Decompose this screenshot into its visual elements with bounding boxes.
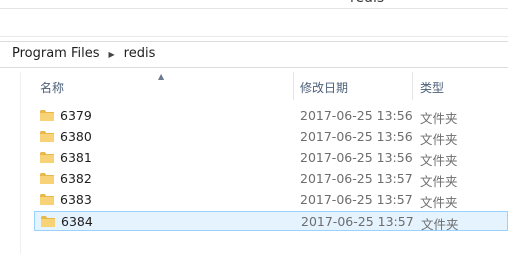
file-name: 6382 [60,171,92,186]
ribbon-area [0,9,508,37]
chevron-right-icon[interactable]: ▶ [109,50,115,59]
file-date: 2017-06-25 13:56 [300,108,413,123]
file-row-selected[interactable]: 6384 2017-06-25 13:57 文件夹 [34,211,508,232]
file-date: 2017-06-25 13:57 [300,171,413,186]
file-date: 2017-06-25 13:56 [300,129,413,144]
title-bar: redis [0,0,508,9]
file-name: 6383 [60,192,92,207]
file-row[interactable]: 6382 2017-06-25 13:57 文件夹 [34,169,508,189]
folder-icon [41,216,55,227]
sort-up-icon: ▲ [158,72,165,81]
file-type: 文件夹 [421,217,459,232]
file-name: 6380 [60,129,92,144]
folder-icon [40,152,54,163]
window-title: redis [350,0,384,6]
folder-icon [40,173,54,184]
file-name: 6379 [60,108,92,123]
file-type: 文件夹 [420,132,458,147]
folder-icon [40,110,54,121]
file-name: 6381 [60,150,92,165]
file-type: 文件夹 [420,195,458,210]
column-divider[interactable] [293,72,294,100]
column-divider[interactable] [412,72,413,100]
breadcrumb: Program Files ▶ redis [10,46,157,61]
file-row[interactable]: 6379 2017-06-25 13:56 文件夹 [34,106,508,126]
address-bar[interactable]: Program Files ▶ redis [0,41,508,68]
folder-icon [40,131,54,142]
column-header-date[interactable]: 修改日期 [300,79,348,96]
column-header: ▲ 名称 修改日期 类型 [0,72,508,102]
file-type: 文件夹 [420,153,458,168]
column-header-type[interactable]: 类型 [420,79,444,96]
file-name: 6384 [61,214,93,229]
file-row[interactable]: 6380 2017-06-25 13:56 文件夹 [34,127,508,147]
column-header-name[interactable]: 名称 [40,79,64,96]
file-row[interactable]: 6381 2017-06-25 13:56 文件夹 [34,148,508,168]
file-row[interactable]: 6383 2017-06-25 13:57 文件夹 [34,190,508,210]
file-type: 文件夹 [420,111,458,126]
file-date: 2017-06-25 13:56 [300,150,413,165]
breadcrumb-item-redis[interactable]: redis [122,46,158,61]
file-date: 2017-06-25 13:57 [300,192,413,207]
breadcrumb-item-program-files[interactable]: Program Files [10,46,102,61]
folder-icon [40,194,54,205]
file-type: 文件夹 [420,174,458,189]
file-date: 2017-06-25 13:57 [301,214,414,229]
